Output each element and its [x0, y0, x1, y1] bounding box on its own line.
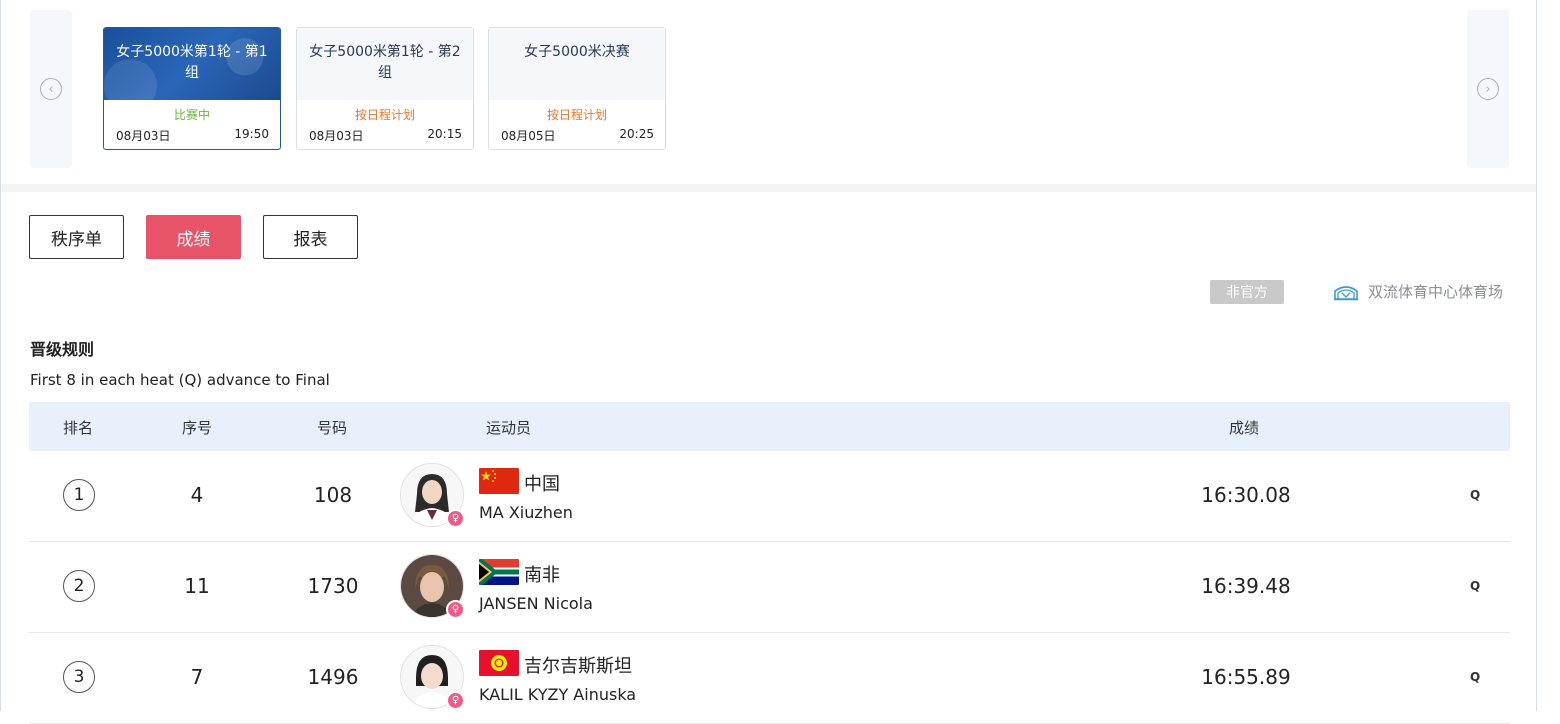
bib-number: 1730: [307, 574, 359, 598]
athlete-name[interactable]: KALIL KYZY Ainuska: [479, 685, 636, 704]
status-badge: 非官方: [1210, 280, 1284, 304]
china-flag: [479, 468, 519, 494]
athlete-avatar: ♀: [400, 463, 465, 528]
chevron-left-circle-icon: ‹: [40, 78, 62, 100]
venue-name: 双流体育中心体育场: [1368, 283, 1504, 301]
header-seq: 序号: [182, 419, 213, 437]
event-time: 19:50: [234, 127, 269, 141]
female-icon: ♀: [446, 691, 465, 710]
athlete-country: 南非: [524, 565, 560, 586]
event-card-title: 女子5000米第1轮 - 第2组: [297, 28, 473, 100]
athlete-name[interactable]: MA Xiuzhen: [479, 503, 573, 522]
athlete-avatar: ♀: [400, 554, 465, 619]
result-time: 16:55.89: [1201, 665, 1291, 689]
header-athlete: 运动员: [486, 419, 532, 437]
athlete-avatar: ♀: [400, 645, 465, 710]
table-row[interactable]: 2 11 1730 ♀ 南非 JANSEN Nicola 16:39.48 Q: [29, 542, 1510, 633]
event-status: 比赛中: [173, 108, 210, 122]
header-result: 成绩: [1229, 419, 1260, 437]
event-status: 按日程计划: [546, 108, 607, 122]
section-divider: [2, 184, 1536, 192]
table-row[interactable]: 3 7 1496 ♀ 吉尔吉斯斯坦 KALIL KYZY Ainuska 16:…: [29, 633, 1510, 724]
event-carousel: ‹ 女子5000米第1轮 - 第1组 比赛中 08月03日 19:50 女子50…: [2, 0, 1536, 184]
venue-info: 双流体育中心体育场: [1333, 281, 1503, 302]
event-time: 20:15: [427, 127, 462, 141]
result-time: 16:30.08: [1201, 483, 1291, 507]
seq-number: 4: [190, 483, 204, 507]
page-border-right: [1536, 0, 1537, 711]
stadium-icon: [1334, 285, 1358, 300]
event-card-heat-1[interactable]: 女子5000米第1轮 - 第1组 比赛中 08月03日 19:50: [103, 27, 281, 150]
tab-report[interactable]: 报表: [263, 215, 358, 259]
bib-number: 1496: [307, 665, 359, 689]
bib-number: 108: [313, 483, 353, 507]
qualification-mark: Q: [1470, 488, 1481, 502]
event-card-heat-2[interactable]: 女子5000米第1轮 - 第2组 按日程计划 08月03日 20:15: [296, 27, 474, 150]
event-card-title: 女子5000米第1轮 - 第1组: [104, 28, 280, 100]
advancement-rules-text: First 8 in each heat (Q) advance to Fina…: [30, 371, 330, 389]
kyrgyzstan-flag: [479, 650, 519, 676]
seq-number: 7: [190, 665, 204, 689]
female-icon: ♀: [446, 600, 465, 619]
header-rank: 排名: [63, 419, 94, 437]
seq-number: 11: [184, 574, 210, 598]
chevron-right-circle-icon: ›: [1477, 78, 1499, 100]
event-card-title: 女子5000米决赛: [489, 28, 665, 100]
table-header: 排名 序号 号码 运动员 成绩: [29, 402, 1510, 451]
south-africa-flag: [479, 559, 519, 585]
event-date: 08月05日: [501, 129, 556, 143]
qualification-mark: Q: [1470, 579, 1481, 593]
event-date: 08月03日: [116, 129, 171, 143]
athlete-name[interactable]: JANSEN Nicola: [479, 594, 593, 613]
page-border-left: [0, 0, 1, 711]
tab-results[interactable]: 成绩: [146, 215, 241, 259]
carousel-prev-button[interactable]: ‹: [30, 10, 72, 168]
athlete-country: 吉尔吉斯斯坦: [524, 656, 632, 677]
results-table: 排名 序号 号码 运动员 成绩 1 4 108 ♀ 中国 MA Xiuzhen …: [29, 402, 1510, 724]
header-bib: 号码: [317, 419, 348, 437]
carousel-next-button[interactable]: ›: [1467, 10, 1509, 168]
rank-badge: 1: [63, 479, 95, 511]
event-time: 20:25: [619, 127, 654, 141]
athlete-country: 中国: [524, 474, 560, 495]
rank-badge: 3: [63, 661, 95, 693]
event-status: 按日程计划: [354, 108, 415, 122]
female-icon: ♀: [446, 509, 465, 528]
qualification-mark: Q: [1470, 670, 1481, 684]
tab-start-list[interactable]: 秩序单: [29, 215, 124, 259]
advancement-rules-title: 晋级规则: [30, 340, 95, 359]
table-row[interactable]: 1 4 108 ♀ 中国 MA Xiuzhen 16:30.08 Q: [29, 451, 1510, 542]
rank-badge: 2: [63, 570, 95, 602]
result-time: 16:39.48: [1201, 574, 1291, 598]
event-date: 08月03日: [309, 129, 364, 143]
event-card-final[interactable]: 女子5000米决赛 按日程计划 08月05日 20:25: [488, 27, 666, 150]
